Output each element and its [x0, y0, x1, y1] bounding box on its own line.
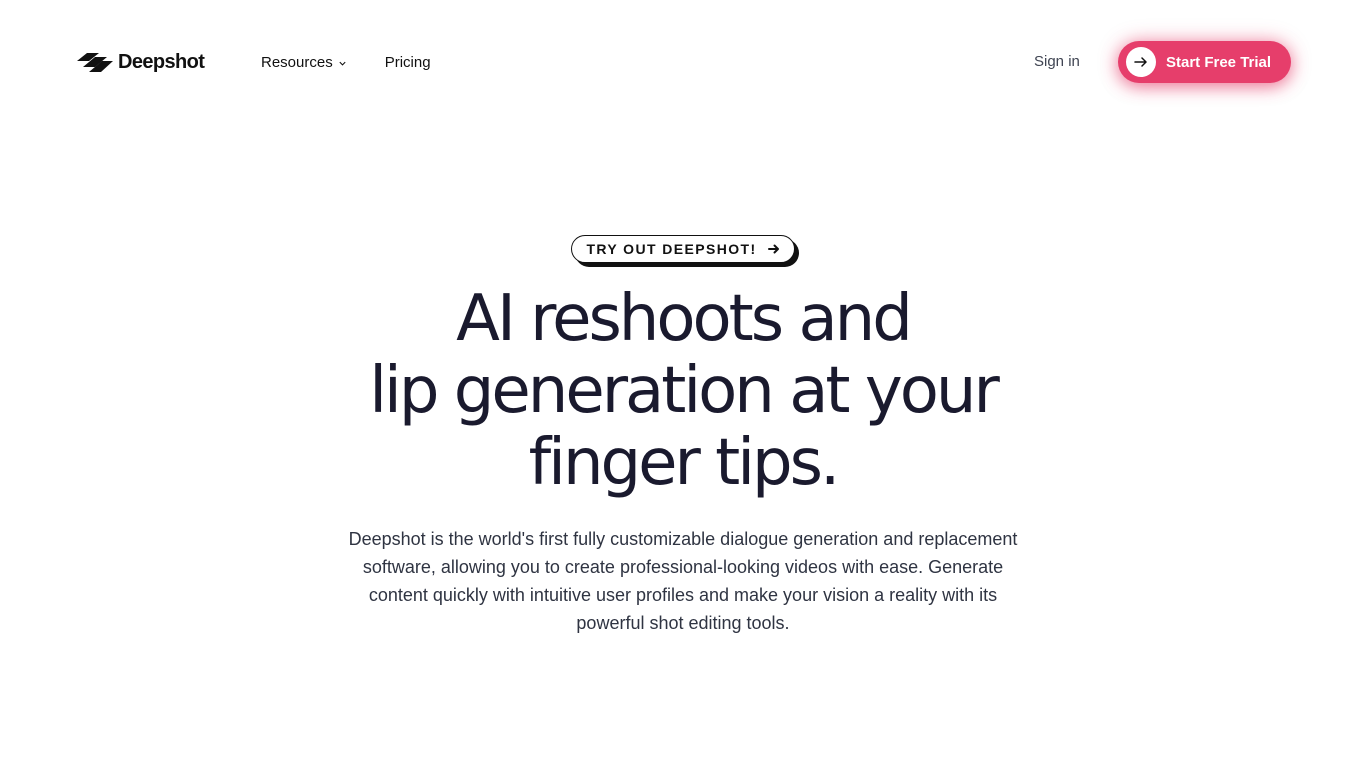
arrow-right-icon — [767, 244, 779, 254]
hero-description: Deepshot is the world's first fully cust… — [348, 529, 1018, 633]
cta-label: Start Free Trial — [1166, 53, 1272, 71]
main-nav: Resources Pricing — [261, 51, 431, 73]
nav-item-label: Resources — [261, 53, 333, 71]
nav-item-pricing[interactable]: Pricing — [385, 54, 431, 71]
nav-item-label: Pricing — [384, 53, 431, 71]
nav-item-resources[interactable]: Resources — [261, 54, 347, 71]
headline-line: lip generation at your — [369, 354, 1000, 428]
pill-label: TRY OUT DEEPSHOT! — [586, 241, 757, 257]
logo-link[interactable]: Deepshot — [75, 48, 205, 76]
logo-text: Deepshot — [118, 50, 205, 73]
arrow-right-icon — [1134, 57, 1147, 67]
headline-line: AI reshoots and — [456, 282, 913, 356]
sign-in-link[interactable]: Sign in — [1034, 51, 1080, 73]
site-header: Deepshot Resources Pricing Sign in Start… — [0, 0, 1366, 124]
headline-line: finger tips. — [528, 426, 841, 500]
start-free-trial-button[interactable]: Start Free Trial — [1118, 41, 1291, 83]
deepshot-logo-icon — [77, 53, 113, 72]
cta-arrow-circle — [1126, 47, 1156, 77]
try-deepshot-pill-button[interactable]: TRY OUT DEEPSHOT! — [571, 235, 795, 263]
hero-headline: AI reshoots and lip generation at your f… — [283, 283, 1083, 499]
chevron-down-icon — [339, 61, 346, 66]
